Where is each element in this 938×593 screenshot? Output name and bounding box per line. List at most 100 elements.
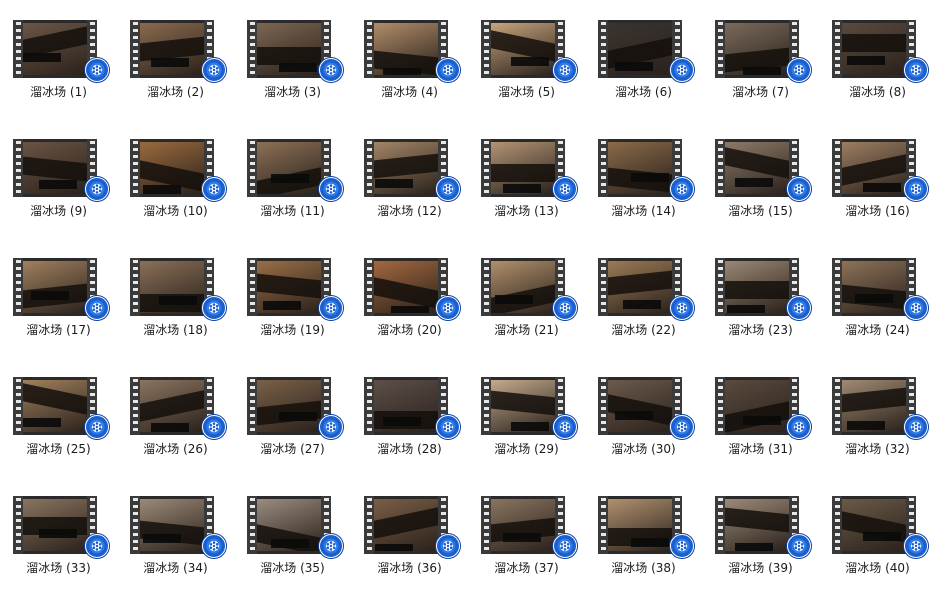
video-file-item-24[interactable]: 溜冰场 (24) bbox=[819, 238, 936, 348]
video-file-item-18[interactable]: 溜冰场 (18) bbox=[117, 238, 234, 348]
video-file-item-9[interactable]: 溜冰场 (9) bbox=[0, 119, 117, 229]
video-frame bbox=[842, 142, 906, 194]
film-strip-left bbox=[247, 258, 257, 316]
media-player-reel-icon bbox=[85, 58, 109, 82]
video-file-item-39[interactable]: 溜冰场 (39) bbox=[702, 476, 819, 586]
file-name-label: 溜冰场 (20) bbox=[377, 323, 442, 337]
file-name-label: 溜冰场 (15) bbox=[728, 204, 793, 218]
video-frame bbox=[23, 380, 87, 432]
media-player-reel-icon bbox=[319, 177, 343, 201]
media-player-reel-icon bbox=[553, 415, 577, 439]
file-name-label: 溜冰场 (23) bbox=[728, 323, 793, 337]
video-file-item-22[interactable]: 溜冰场 (22) bbox=[585, 238, 702, 348]
video-file-item-11[interactable]: 溜冰场 (11) bbox=[234, 119, 351, 229]
video-file-item-20[interactable]: 溜冰场 (20) bbox=[351, 238, 468, 348]
file-name-label: 溜冰场 (21) bbox=[494, 323, 559, 337]
file-name-label: 溜冰场 (9) bbox=[30, 204, 87, 218]
media-player-reel-icon bbox=[436, 58, 460, 82]
video-file-item-3[interactable]: 溜冰场 (3) bbox=[234, 0, 351, 110]
video-file-item-12[interactable]: 溜冰场 (12) bbox=[351, 119, 468, 229]
video-file-item-8[interactable]: 溜冰场 (8) bbox=[819, 0, 936, 110]
video-frame bbox=[140, 499, 204, 551]
media-player-reel-icon bbox=[319, 296, 343, 320]
video-file-item-38[interactable]: 溜冰场 (38) bbox=[585, 476, 702, 586]
video-frame bbox=[140, 261, 204, 313]
file-grid: 溜冰场 (1) 溜冰场 (2) 溜冰场 (3) 溜冰场 (4) 溜冰场 (5) … bbox=[0, 0, 938, 593]
media-player-reel-icon bbox=[553, 296, 577, 320]
media-player-reel-icon bbox=[553, 534, 577, 558]
film-strip-left bbox=[481, 139, 491, 197]
video-frame bbox=[257, 380, 321, 432]
file-name-label: 溜冰场 (30) bbox=[611, 442, 676, 456]
video-file-item-37[interactable]: 溜冰场 (37) bbox=[468, 476, 585, 586]
file-name-label: 溜冰场 (26) bbox=[143, 442, 208, 456]
video-file-item-32[interactable]: 溜冰场 (32) bbox=[819, 357, 936, 467]
film-strip-left bbox=[13, 258, 23, 316]
film-strip-left bbox=[130, 258, 140, 316]
video-file-item-16[interactable]: 溜冰场 (16) bbox=[819, 119, 936, 229]
video-frame bbox=[608, 261, 672, 313]
file-name-label: 溜冰场 (13) bbox=[494, 204, 559, 218]
media-player-reel-icon bbox=[670, 58, 694, 82]
video-file-item-26[interactable]: 溜冰场 (26) bbox=[117, 357, 234, 467]
video-file-item-23[interactable]: 溜冰场 (23) bbox=[702, 238, 819, 348]
video-file-item-13[interactable]: 溜冰场 (13) bbox=[468, 119, 585, 229]
media-player-reel-icon bbox=[436, 177, 460, 201]
video-file-item-1[interactable]: 溜冰场 (1) bbox=[0, 0, 117, 110]
film-strip-left bbox=[364, 377, 374, 435]
video-frame bbox=[608, 380, 672, 432]
file-name-label: 溜冰场 (36) bbox=[377, 561, 442, 575]
video-file-item-15[interactable]: 溜冰场 (15) bbox=[702, 119, 819, 229]
film-strip-left bbox=[247, 20, 257, 78]
video-file-item-4[interactable]: 溜冰场 (4) bbox=[351, 0, 468, 110]
video-frame bbox=[725, 261, 789, 313]
video-frame bbox=[725, 380, 789, 432]
video-file-item-10[interactable]: 溜冰场 (10) bbox=[117, 119, 234, 229]
video-file-item-25[interactable]: 溜冰场 (25) bbox=[0, 357, 117, 467]
media-player-reel-icon bbox=[670, 296, 694, 320]
media-player-reel-icon bbox=[904, 296, 928, 320]
video-file-item-34[interactable]: 溜冰场 (34) bbox=[117, 476, 234, 586]
media-player-reel-icon bbox=[202, 177, 226, 201]
film-strip-left bbox=[832, 377, 842, 435]
video-frame bbox=[491, 23, 555, 75]
video-file-item-21[interactable]: 溜冰场 (21) bbox=[468, 238, 585, 348]
video-file-item-5[interactable]: 溜冰场 (5) bbox=[468, 0, 585, 110]
video-frame bbox=[725, 23, 789, 75]
file-name-label: 溜冰场 (22) bbox=[611, 323, 676, 337]
video-file-item-40[interactable]: 溜冰场 (40) bbox=[819, 476, 936, 586]
film-strip-left bbox=[364, 139, 374, 197]
video-file-item-2[interactable]: 溜冰场 (2) bbox=[117, 0, 234, 110]
media-player-reel-icon bbox=[670, 534, 694, 558]
film-strip-left bbox=[13, 139, 23, 197]
video-frame bbox=[257, 142, 321, 194]
video-frame bbox=[725, 142, 789, 194]
video-file-item-7[interactable]: 溜冰场 (7) bbox=[702, 0, 819, 110]
film-strip-left bbox=[130, 377, 140, 435]
video-file-item-28[interactable]: 溜冰场 (28) bbox=[351, 357, 468, 467]
video-file-item-29[interactable]: 溜冰场 (29) bbox=[468, 357, 585, 467]
video-file-item-35[interactable]: 溜冰场 (35) bbox=[234, 476, 351, 586]
film-strip-left bbox=[715, 20, 725, 78]
film-strip-left bbox=[715, 377, 725, 435]
video-file-item-31[interactable]: 溜冰场 (31) bbox=[702, 357, 819, 467]
video-file-item-27[interactable]: 溜冰场 (27) bbox=[234, 357, 351, 467]
video-file-item-19[interactable]: 溜冰场 (19) bbox=[234, 238, 351, 348]
file-name-label: 溜冰场 (28) bbox=[377, 442, 442, 456]
file-name-label: 溜冰场 (35) bbox=[260, 561, 325, 575]
video-file-item-36[interactable]: 溜冰场 (36) bbox=[351, 476, 468, 586]
file-name-label: 溜冰场 (17) bbox=[26, 323, 91, 337]
video-file-item-14[interactable]: 溜冰场 (14) bbox=[585, 119, 702, 229]
film-strip-left bbox=[832, 496, 842, 554]
media-player-reel-icon bbox=[904, 415, 928, 439]
video-file-item-30[interactable]: 溜冰场 (30) bbox=[585, 357, 702, 467]
file-name-label: 溜冰场 (38) bbox=[611, 561, 676, 575]
file-name-label: 溜冰场 (40) bbox=[845, 561, 910, 575]
file-name-label: 溜冰场 (3) bbox=[264, 85, 321, 99]
media-player-reel-icon bbox=[202, 296, 226, 320]
video-file-item-6[interactable]: 溜冰场 (6) bbox=[585, 0, 702, 110]
media-player-reel-icon bbox=[787, 58, 811, 82]
film-strip-left bbox=[481, 258, 491, 316]
video-file-item-17[interactable]: 溜冰场 (17) bbox=[0, 238, 117, 348]
video-file-item-33[interactable]: 溜冰场 (33) bbox=[0, 476, 117, 586]
